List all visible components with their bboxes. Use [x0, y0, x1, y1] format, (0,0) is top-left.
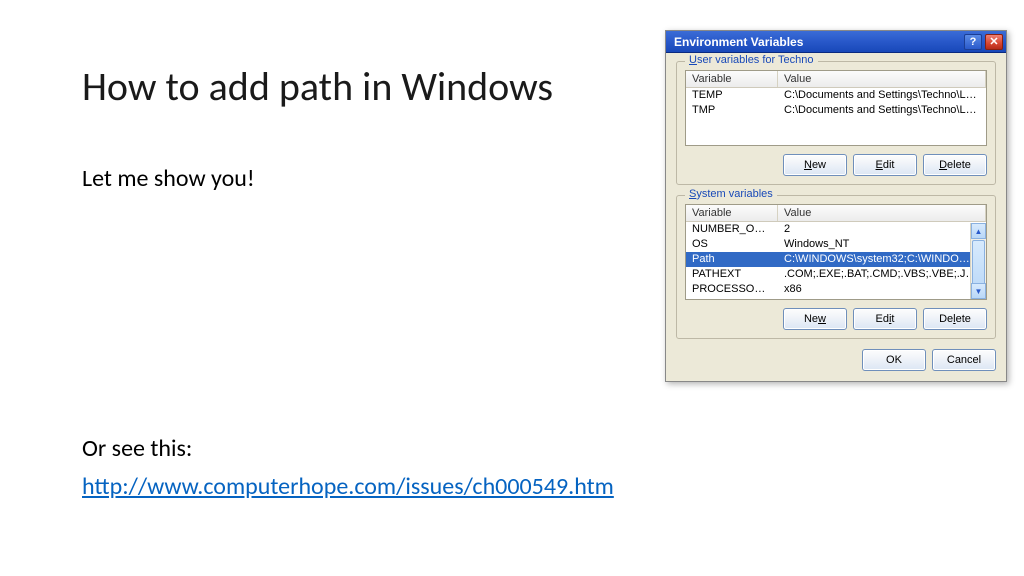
- listbox-header[interactable]: Variable Value: [686, 71, 986, 88]
- new-button[interactable]: New: [783, 154, 847, 176]
- col-variable-header[interactable]: Variable: [686, 71, 778, 87]
- user-variables-listbox[interactable]: Variable Value TEMP C:\Documents and Set…: [685, 70, 987, 146]
- new-button-system[interactable]: New: [783, 308, 847, 330]
- listbox-header[interactable]: Variable Value: [686, 205, 986, 222]
- cancel-button[interactable]: Cancel: [932, 349, 996, 371]
- help-icon[interactable]: ?: [964, 34, 982, 50]
- col-value-header[interactable]: Value: [778, 71, 986, 87]
- user-variables-label: User variables for Techno: [685, 54, 818, 66]
- dialog-titlebar[interactable]: Environment Variables ? ✕: [666, 31, 1006, 53]
- delete-button[interactable]: Delete: [923, 154, 987, 176]
- see-this-label: Or see this:: [82, 434, 192, 463]
- delete-button-system[interactable]: Delete: [923, 308, 987, 330]
- dialog-title: Environment Variables: [674, 35, 961, 49]
- scroll-down-icon[interactable]: ▼: [971, 283, 986, 299]
- list-item-selected[interactable]: Path C:\WINDOWS\system32;C:\WINDOWS;...: [686, 252, 986, 267]
- scroll-up-icon[interactable]: ▲: [971, 223, 986, 239]
- scrollbar[interactable]: ▲ ▼: [970, 223, 986, 299]
- list-item[interactable]: OS Windows_NT: [686, 237, 986, 252]
- edit-button[interactable]: Edit: [853, 154, 917, 176]
- list-item[interactable]: TEMP C:\Documents and Settings\Techno\Lo…: [686, 88, 986, 103]
- slide-subtitle: Let me show you!: [82, 164, 255, 193]
- col-value-header[interactable]: Value: [778, 205, 986, 221]
- edit-button-system[interactable]: Edit: [853, 308, 917, 330]
- col-variable-header[interactable]: Variable: [686, 205, 778, 221]
- system-variables-group: System variables Variable Value NUMBER_O…: [676, 195, 996, 339]
- help-link[interactable]: http://www.computerhope.com/issues/ch000…: [82, 472, 614, 501]
- ok-button[interactable]: OK: [862, 349, 926, 371]
- list-item[interactable]: TMP C:\Documents and Settings\Techno\Loc…: [686, 103, 986, 118]
- environment-variables-dialog: Environment Variables ? ✕ User variables…: [665, 30, 1007, 382]
- list-item[interactable]: PATHEXT .COM;.EXE;.BAT;.CMD;.VBS;.VBE;.J…: [686, 267, 986, 282]
- system-variables-listbox[interactable]: Variable Value NUMBER_OF_P... 2 OS Windo…: [685, 204, 987, 300]
- list-item[interactable]: NUMBER_OF_P... 2: [686, 222, 986, 237]
- list-item[interactable]: PROCESSOR_A... x86: [686, 282, 986, 297]
- system-variables-label: System variables: [685, 188, 777, 200]
- user-variables-group: User variables for Techno Variable Value…: [676, 61, 996, 185]
- close-icon[interactable]: ✕: [985, 34, 1003, 50]
- slide-title: How to add path in Windows: [82, 62, 553, 111]
